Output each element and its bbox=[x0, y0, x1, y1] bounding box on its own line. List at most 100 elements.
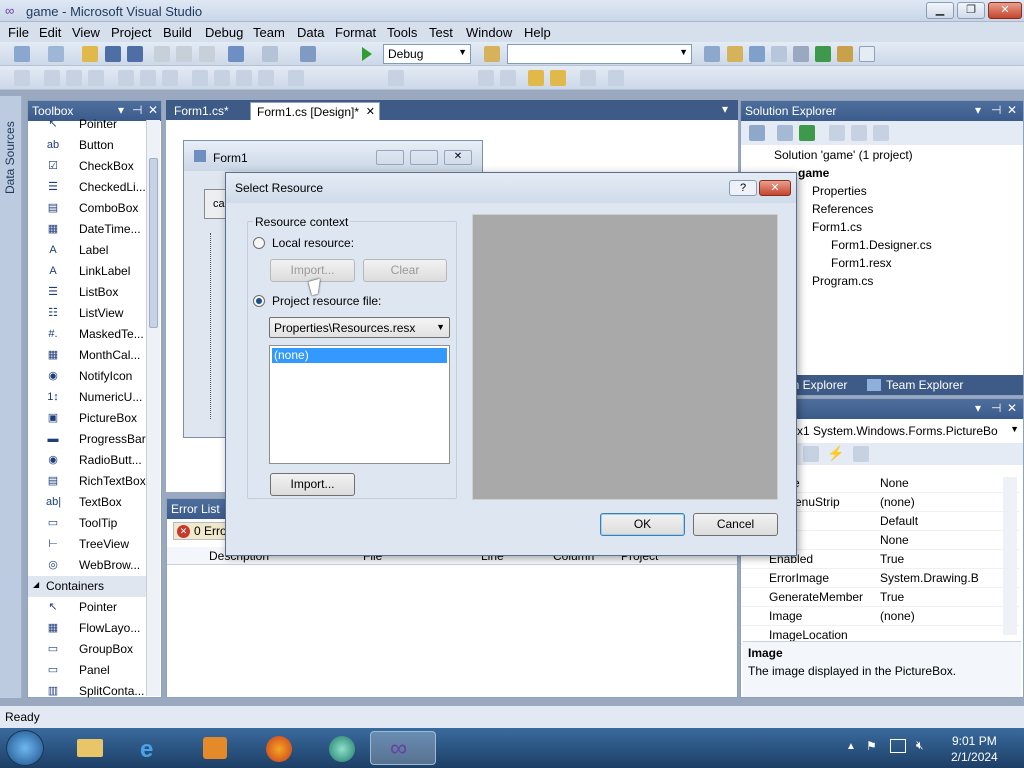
close-tab-icon[interactable]: ✕ bbox=[366, 105, 375, 118]
toolbox-item-15[interactable]: ▬ ProgressBar bbox=[28, 429, 146, 450]
app-taskbar-icon[interactable] bbox=[309, 731, 375, 765]
local-resource-label[interactable]: Local resource: bbox=[272, 236, 354, 250]
dropdown-icon[interactable]: ▾ bbox=[975, 103, 981, 117]
resource-list[interactable]: (none) bbox=[269, 345, 450, 464]
align-to-grid-icon[interactable] bbox=[14, 70, 30, 86]
cancel-button[interactable]: Cancel bbox=[693, 513, 778, 536]
maximize-button[interactable]: ❐ bbox=[957, 2, 985, 19]
make-same-width-icon[interactable] bbox=[192, 70, 208, 86]
close-icon[interactable]: ✕ bbox=[148, 103, 158, 117]
action-center-icon[interactable]: ⚑ bbox=[866, 739, 877, 753]
toolbox-item-14[interactable]: ▣ PictureBox bbox=[28, 408, 146, 429]
close-icon[interactable]: ✕ bbox=[1007, 103, 1017, 117]
property-value[interactable]: (none) bbox=[880, 609, 1010, 623]
toolbox-container-item-3[interactable]: ▭ Panel bbox=[28, 660, 146, 681]
copy-icon[interactable] bbox=[176, 46, 192, 62]
solution-explorer-icon[interactable] bbox=[704, 46, 720, 62]
redo-icon[interactable] bbox=[262, 46, 278, 62]
toolbox-item-21[interactable]: ◎ WebBrow... bbox=[28, 555, 146, 576]
menu-build[interactable]: Build bbox=[163, 25, 192, 40]
errors-filter-button[interactable]: ✕ 0 Erro bbox=[173, 522, 233, 540]
tree-form1-resx[interactable]: Form1.resx bbox=[831, 256, 892, 270]
tools-icon[interactable] bbox=[793, 46, 809, 62]
layout-more-icon[interactable] bbox=[608, 70, 624, 86]
tree-properties[interactable]: Properties bbox=[812, 184, 867, 198]
view-code-icon[interactable] bbox=[829, 125, 845, 141]
center-horizontally-icon[interactable] bbox=[478, 70, 494, 86]
selected-picturebox[interactable] bbox=[210, 233, 216, 419]
toolbox-item-12[interactable]: ◉ NotifyIcon bbox=[28, 366, 146, 387]
close-icon[interactable]: ✕ bbox=[1007, 401, 1017, 415]
pin-icon[interactable]: ⊣ bbox=[991, 401, 1001, 415]
start-debug-icon[interactable] bbox=[362, 47, 372, 61]
data-sources-label[interactable]: Data Sources bbox=[3, 104, 17, 194]
toolbox-section-containers[interactable]: ◢ Containers bbox=[28, 576, 146, 597]
toolbox-item-16[interactable]: ◉ RadioButt... bbox=[28, 450, 146, 471]
vertical-spacing-icon[interactable] bbox=[388, 70, 404, 86]
horizontal-spacing-icon[interactable] bbox=[288, 70, 304, 86]
ok-button[interactable]: OK bbox=[600, 513, 685, 536]
toolbox-item-13[interactable]: 1↕ NumericU... bbox=[28, 387, 146, 408]
show-all-files-icon[interactable] bbox=[777, 125, 793, 141]
toolbox-item-3[interactable]: ☰ CheckedLi... bbox=[28, 177, 146, 198]
tree-form1-designer[interactable]: Form1.Designer.cs bbox=[831, 238, 932, 252]
minimize-button[interactable]: ▁ bbox=[926, 2, 954, 19]
menu-format[interactable]: Format bbox=[335, 25, 376, 40]
navigate-icon[interactable] bbox=[300, 46, 316, 62]
close-button[interactable]: ✕ bbox=[988, 2, 1022, 19]
cut-icon[interactable] bbox=[154, 46, 170, 62]
class-diagram-icon[interactable] bbox=[873, 125, 889, 141]
solution-config-select[interactable]: Debug ▼ bbox=[383, 44, 471, 64]
align-middles-icon[interactable] bbox=[140, 70, 156, 86]
bring-to-front-icon[interactable] bbox=[528, 70, 544, 86]
toolbox-item-7[interactable]: A LinkLabel bbox=[28, 261, 146, 282]
align-rights-icon[interactable] bbox=[88, 70, 104, 86]
align-lefts-icon[interactable] bbox=[44, 70, 60, 86]
start-button[interactable] bbox=[6, 730, 44, 766]
tree-form1-cs[interactable]: Form1.cs bbox=[812, 220, 862, 234]
menu-team[interactable]: Team bbox=[253, 25, 285, 40]
ie-taskbar-icon[interactable]: e bbox=[120, 731, 186, 765]
network-icon[interactable] bbox=[890, 739, 906, 753]
visual-studio-taskbar-icon[interactable]: ∞ bbox=[370, 731, 436, 765]
menu-help[interactable]: Help bbox=[524, 25, 551, 40]
save-icon[interactable] bbox=[105, 46, 121, 62]
make-same-size-icon[interactable] bbox=[236, 70, 252, 86]
toolbox-item-4[interactable]: ▤ ComboBox bbox=[28, 198, 146, 219]
align-centers-icon[interactable] bbox=[66, 70, 82, 86]
toolbox-container-item-0[interactable]: ↖ Pointer bbox=[28, 597, 146, 618]
toolbox-scrollbar[interactable] bbox=[146, 120, 160, 696]
properties-icon[interactable] bbox=[749, 125, 765, 141]
tree-references[interactable]: References bbox=[812, 202, 873, 216]
toolbox-item-8[interactable]: ☰ ListBox bbox=[28, 282, 146, 303]
media-player-taskbar-icon[interactable] bbox=[183, 731, 249, 765]
events-icon[interactable]: ⚡ bbox=[827, 445, 844, 462]
local-resource-radio[interactable] bbox=[253, 237, 265, 249]
tab-form1-cs[interactable]: Form1.cs* bbox=[168, 102, 235, 120]
property-pages-icon[interactable] bbox=[853, 446, 869, 462]
menu-view[interactable]: View bbox=[72, 25, 100, 40]
tab-order-icon[interactable] bbox=[580, 70, 596, 86]
property-value[interactable]: Default bbox=[880, 514, 1010, 528]
property-value[interactable]: None bbox=[880, 476, 1010, 490]
import-button[interactable]: Import... bbox=[270, 473, 355, 496]
properties-icon[interactable] bbox=[727, 46, 743, 62]
start-page-icon[interactable] bbox=[815, 46, 831, 62]
alphabetical-icon[interactable] bbox=[803, 446, 819, 462]
view-designer-icon[interactable] bbox=[851, 125, 867, 141]
toolbox-item-2[interactable]: ☑ CheckBox bbox=[28, 156, 146, 177]
explorer-taskbar-icon[interactable] bbox=[57, 731, 123, 765]
firefox-taskbar-icon[interactable] bbox=[246, 731, 312, 765]
property-value[interactable]: True bbox=[880, 552, 1010, 566]
tree-project[interactable]: game bbox=[798, 166, 829, 180]
tab-team-explorer[interactable]: Team Explorer bbox=[886, 378, 963, 392]
property-value[interactable]: True bbox=[880, 590, 1010, 604]
toolbox-item-6[interactable]: A Label bbox=[28, 240, 146, 261]
dialog-close-icon[interactable]: ✕ bbox=[759, 180, 791, 196]
dropdown-icon[interactable]: ▾ bbox=[975, 401, 981, 415]
size-to-grid-icon[interactable] bbox=[258, 70, 274, 86]
menu-data[interactable]: Data bbox=[297, 25, 324, 40]
add-item-icon[interactable] bbox=[48, 46, 64, 62]
command-window-icon[interactable] bbox=[859, 46, 875, 62]
tree-program-cs[interactable]: Program.cs bbox=[812, 274, 873, 288]
